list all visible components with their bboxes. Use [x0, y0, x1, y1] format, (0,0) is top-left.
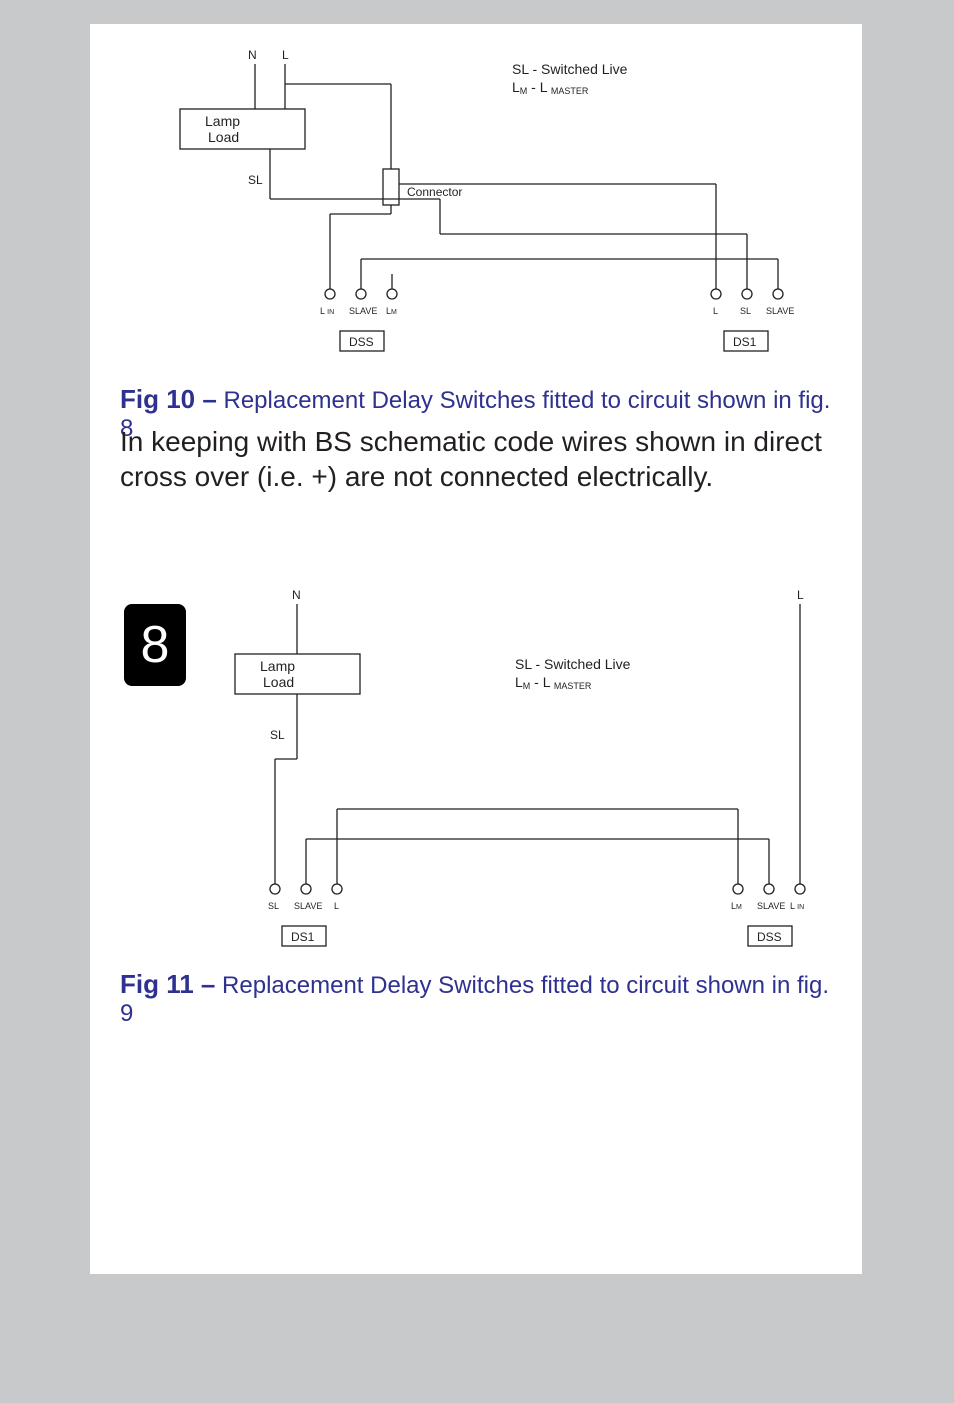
label-L: L — [282, 48, 289, 62]
body-paragraph: In keeping with BS schematic code wires … — [120, 424, 840, 494]
label-L: L — [797, 588, 804, 602]
label-load: Load — [263, 674, 294, 690]
dss-t1: LM — [731, 901, 742, 911]
label-DS1: DS1 — [291, 930, 315, 944]
caption-bold: Fig 10 – — [120, 384, 217, 414]
ds1-t3: L — [334, 901, 339, 911]
legend-lm: LM - L MASTER — [512, 79, 589, 96]
ds1-t3: SLAVE — [766, 306, 794, 316]
label-DSS: DSS — [349, 335, 374, 349]
label-lamp: Lamp — [260, 658, 295, 674]
ds1-t1: SL — [268, 901, 279, 911]
dss-t2: SLAVE — [349, 306, 377, 316]
label-N: N — [292, 588, 301, 602]
ds1-t2: SLAVE — [294, 901, 322, 911]
legend-lm: LM - L MASTER — [515, 674, 592, 691]
legend-sl: SL - Switched Live — [512, 61, 628, 77]
page-content: 8 — [90, 24, 862, 1274]
ds1-t2: SL — [740, 306, 751, 316]
label-SL: SL — [270, 728, 285, 742]
label-lamp: Lamp — [205, 113, 240, 129]
figure-10: N L Lamp Load SL Connector SL - Switched… — [160, 34, 820, 354]
legend-sl: SL - Switched Live — [515, 656, 631, 672]
figure-11: N L Lamp Load SL SL - Switched Live LM -… — [160, 574, 820, 954]
label-connector: Connector — [407, 185, 462, 199]
label-DS1: DS1 — [733, 335, 757, 349]
dss-t2: SLAVE — [757, 901, 785, 911]
caption-bold: Fig 11 – — [120, 969, 215, 999]
caption-text: Replacement Delay Switches fitted to cir… — [120, 972, 829, 1027]
dss-t3: LM — [386, 306, 397, 316]
dss-t1: L IN — [320, 306, 334, 316]
label-DSS: DSS — [757, 930, 782, 944]
label-N: N — [248, 48, 257, 62]
label-load: Load — [208, 129, 239, 145]
label-SL: SL — [248, 173, 263, 187]
ds1-t1: L — [713, 306, 718, 316]
figure-11-caption: Fig 11 – Replacement Delay Switches fitt… — [120, 969, 840, 1028]
dss-t3: L IN — [790, 901, 804, 911]
